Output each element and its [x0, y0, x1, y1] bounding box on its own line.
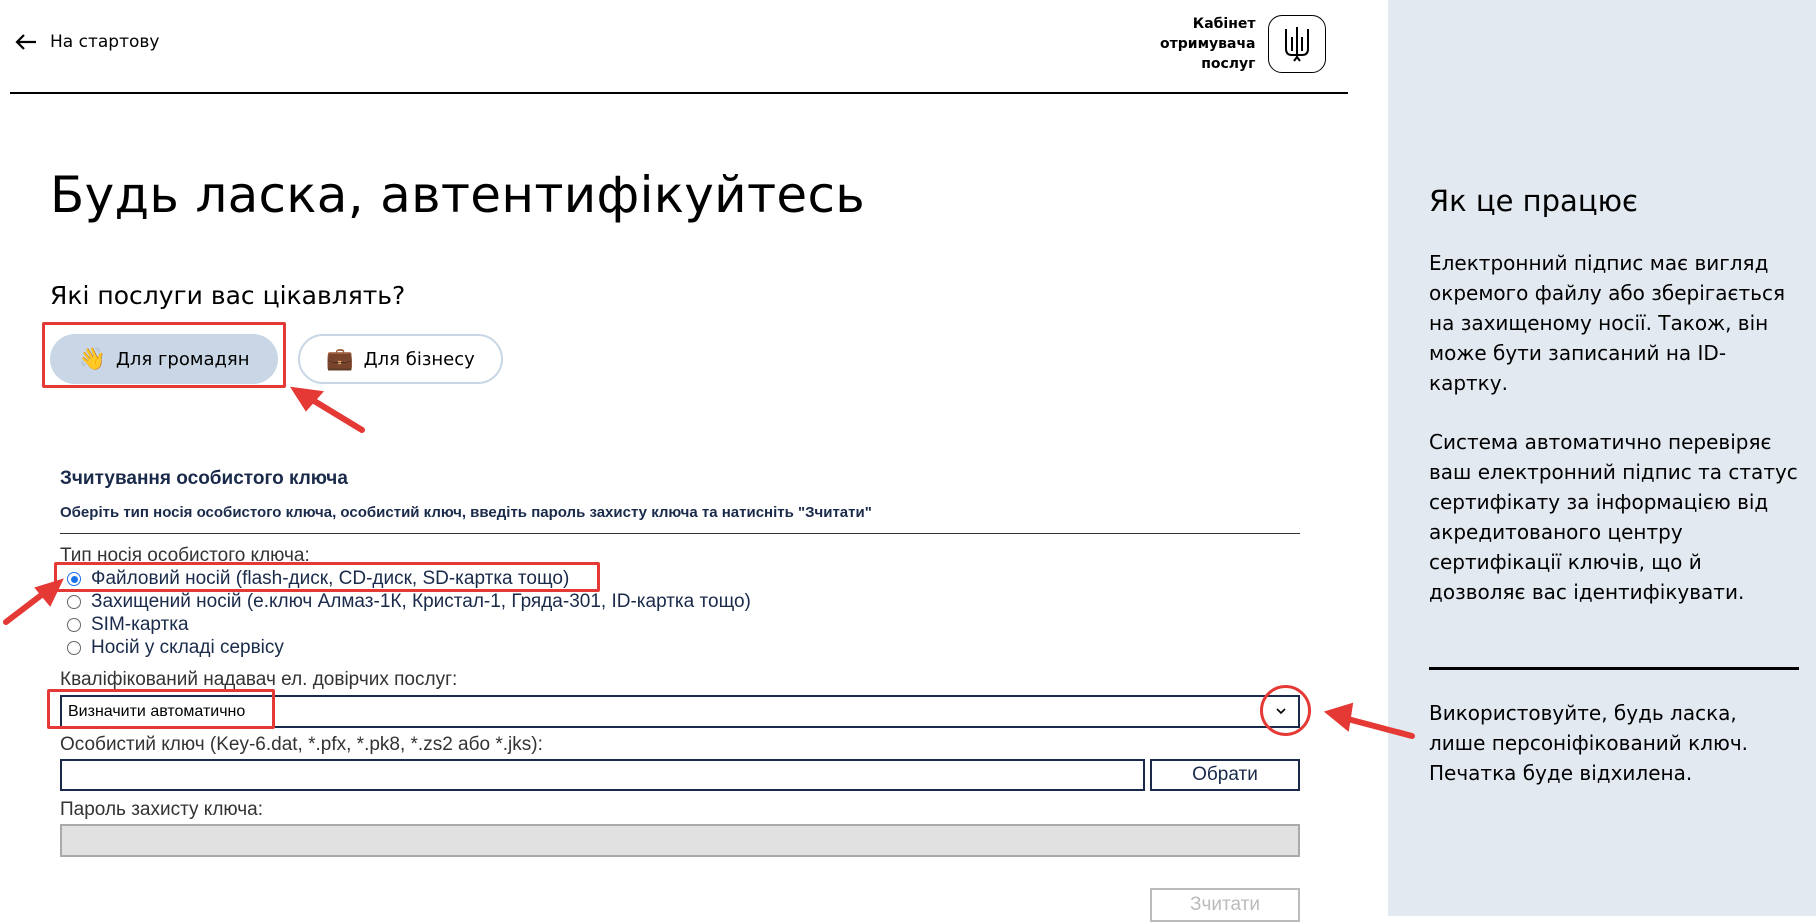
- sidebar-divider: [1429, 667, 1799, 670]
- radio-unselected-icon: [67, 641, 81, 655]
- services-question: Які послуги вас цікавлять?: [50, 281, 406, 310]
- annotation-arrow-head: [34, 578, 64, 607]
- annotation-arrow-head: [290, 386, 324, 412]
- provider-label: Кваліфікований надавач ел. довірчих посл…: [60, 669, 458, 690]
- cabinet-badge: Кабінет отримувача послуг: [1160, 14, 1326, 74]
- chevron-down-icon: [1276, 708, 1286, 715]
- cabinet-title-line: Кабінет: [1192, 16, 1256, 32]
- form-title: Зчитування особистого ключа: [60, 468, 348, 489]
- business-button-label: Для бізнесу: [363, 348, 475, 370]
- business-button[interactable]: 💼 Для бізнесу: [298, 334, 503, 384]
- sidebar-paragraph: Система автоматично перевіряє ваш електр…: [1429, 430, 1798, 604]
- provider-select-value: Визначити автоматично: [68, 703, 246, 720]
- read-button[interactable]: Зчитати: [1150, 888, 1300, 922]
- cabinet-title: Кабінет отримувача послуг: [1160, 14, 1256, 74]
- back-link[interactable]: На стартову: [14, 32, 159, 52]
- back-link-label: На стартову: [50, 32, 160, 52]
- key-file-input[interactable]: [60, 759, 1145, 791]
- media-radio-service[interactable]: Носій у складі сервісу: [67, 637, 284, 659]
- cabinet-title-line: отримувача: [1160, 36, 1256, 52]
- media-type-label: Тип носія особистого ключа:: [60, 545, 310, 566]
- radio-unselected-icon: [67, 595, 81, 609]
- info-sidebar: Як це працює Електронний підпис має вигл…: [1388, 0, 1816, 916]
- sidebar-heading: Як це працює: [1429, 184, 1638, 218]
- radio-unselected-icon: [67, 618, 81, 632]
- sidebar-paragraph: Електронний підпис має вигляд окремого ф…: [1429, 251, 1785, 395]
- page-title: Будь ласка, автентифікуйтесь: [50, 166, 866, 224]
- password-label: Пароль захисту ключа:: [60, 799, 263, 820]
- choose-file-button[interactable]: Обрати: [1150, 759, 1300, 791]
- citizens-button[interactable]: 👋 Для громадян: [50, 334, 278, 384]
- password-input[interactable]: [60, 824, 1300, 857]
- media-option-label: SIM-картка: [91, 614, 189, 635]
- sidebar-paragraph: Використовуйте, будь ласка, лише персоні…: [1429, 701, 1749, 785]
- annotation-arrow: [303, 393, 365, 433]
- form-subtitle: Оберіть тип носія особистого ключа, особ…: [60, 504, 872, 521]
- main-panel: На стартову Кабінет отримувача послуг Бу…: [0, 0, 1388, 922]
- arrow-left-icon: [15, 34, 36, 50]
- citizens-button-label: Для громадян: [115, 348, 250, 370]
- media-option-label: Носій у складі сервісу: [91, 637, 284, 658]
- radio-selected-icon: [67, 572, 81, 586]
- trident-logo-icon: [1267, 15, 1326, 73]
- provider-select[interactable]: Визначити автоматично: [60, 695, 1300, 728]
- form-divider: [60, 533, 1300, 534]
- briefcase-icon: 💼: [326, 346, 354, 372]
- media-radio-protected[interactable]: Захищений носій (е.ключ Алмаз-1К, Криста…: [67, 591, 751, 613]
- media-option-label: Файловий носій (flash-диск, CD-диск, SD-…: [91, 568, 570, 589]
- waving-hand-icon: 👋: [78, 346, 106, 372]
- key-file-label: Особистий ключ (Key-6.dat, *.pfx, *.pk8,…: [60, 734, 543, 755]
- media-radio-sim[interactable]: SIM-картка: [67, 614, 189, 636]
- header-divider: [10, 92, 1348, 94]
- media-option-label: Захищений носій (е.ключ Алмаз-1К, Криста…: [91, 591, 751, 612]
- annotation-arrow: [3, 587, 51, 625]
- media-radio-file[interactable]: Файловий носій (flash-диск, CD-диск, SD-…: [67, 568, 569, 590]
- cabinet-title-line: послуг: [1201, 56, 1256, 72]
